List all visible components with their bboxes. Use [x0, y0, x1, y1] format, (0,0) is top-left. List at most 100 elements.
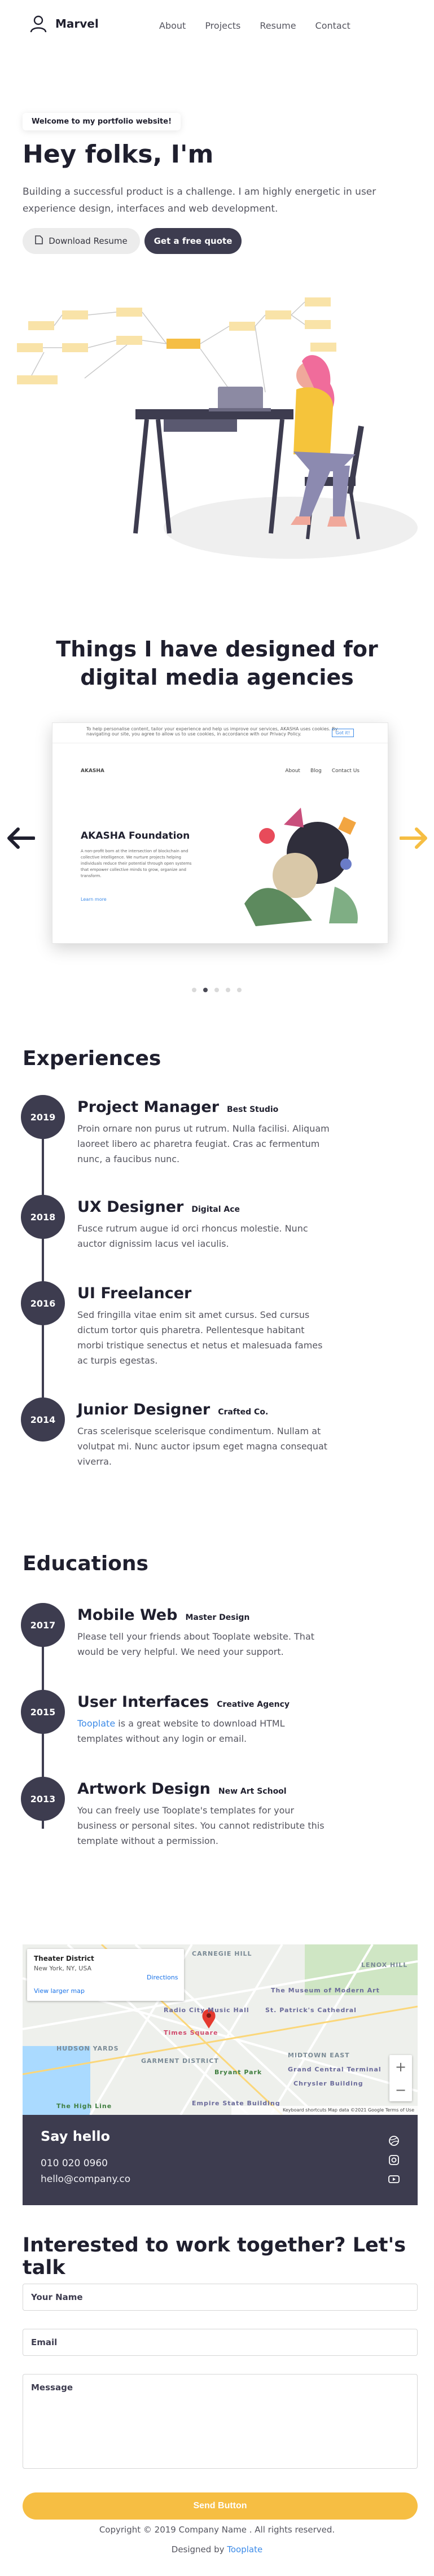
- directions-link[interactable]: Directions: [147, 1974, 178, 1981]
- map-zoom-controls: + −: [389, 2055, 412, 2101]
- timeline-subtitle: Best Studio: [227, 1105, 279, 1114]
- map-info-card: Theater District New York, NY, USA View …: [27, 1949, 184, 2001]
- map-label: MIDTOWN EAST: [288, 2052, 350, 2059]
- instagram-icon[interactable]: [388, 2154, 400, 2166]
- timeline-heading: Mobile Web Master Design: [77, 1606, 249, 1624]
- contact-title: Say hello: [41, 2128, 111, 2144]
- card-nav-link[interactable]: About: [285, 768, 300, 774]
- hero-badge: Welcome to my portfolio website!: [23, 113, 181, 130]
- hero-illustration: [17, 297, 418, 559]
- zoom-out-button[interactable]: −: [389, 2078, 412, 2101]
- card-brand: AKASHA: [81, 768, 104, 774]
- map-footer: Keyboard shortcuts Map data ©2021 Google…: [231, 2106, 418, 2115]
- carousel-dot[interactable]: [226, 988, 230, 992]
- carousel-dots: [192, 988, 242, 992]
- timeline-year: 2016: [21, 1281, 65, 1325]
- timeline-title: Project Manager: [77, 1098, 220, 1116]
- send-button[interactable]: Send Button: [23, 2492, 418, 2520]
- timeline-year: 2015: [21, 1690, 65, 1734]
- card-title: AKASHA Foundation: [81, 830, 190, 842]
- hero-title: Hey folks, I'm: [23, 140, 214, 169]
- map-label: GARMENT DISTRICT: [141, 2057, 219, 2065]
- timeline-title: Artwork Design: [77, 1780, 211, 1798]
- timeline-title: UX Designer: [77, 1198, 184, 1216]
- collage-image: [244, 808, 358, 926]
- timeline-heading: User Interfaces Creative Agency: [77, 1693, 290, 1711]
- map-label: St. Patrick's Cathedral: [265, 2007, 357, 2014]
- google-map[interactable]: MIDTOWN EAST GARMENT DISTRICT HUDSON YAR…: [23, 1944, 418, 2115]
- timeline-heading: Junior Designer Crafted Co.: [77, 1401, 268, 1418]
- navbar: Marvel About Projects Resume Contact: [0, 0, 434, 54]
- tooplate-link[interactable]: Tooplate: [77, 1718, 115, 1729]
- name-field[interactable]: [23, 2284, 418, 2311]
- card-nav: AKASHA About Blog Contact Us: [81, 768, 360, 779]
- message-field[interactable]: [23, 2374, 418, 2469]
- cookie-banner: To help personalise content, tailor your…: [52, 723, 388, 743]
- map-address: New York, NY, USA: [34, 1965, 92, 1972]
- timeline-desc: Please tell your friends about Tooplate …: [77, 1631, 315, 1657]
- carousel-dot[interactable]: [214, 988, 219, 992]
- timeline-subtitle: Creative Agency: [217, 1700, 290, 1709]
- timeline-desc: Fusce rutrum augue id orci rhoncus moles…: [77, 1223, 308, 1249]
- carousel-dot[interactable]: [192, 988, 196, 992]
- free-quote-button[interactable]: Get a free quote: [144, 228, 242, 254]
- timeline-title: Junior Designer: [77, 1401, 211, 1418]
- timeline-heading: Project Manager Best Studio: [77, 1098, 278, 1116]
- timeline-title: Mobile Web: [77, 1606, 178, 1624]
- user-icon: [29, 15, 47, 33]
- timeline-subtitle: Master Design: [185, 1613, 250, 1622]
- tooplate-footer-link[interactable]: Tooplate: [227, 2544, 262, 2555]
- nav-links: About Projects Resume Contact: [159, 20, 350, 31]
- card-learn-more-link[interactable]: Learn more: [81, 897, 107, 902]
- map-label: Times Square: [164, 2029, 218, 2036]
- email-field[interactable]: [23, 2329, 418, 2356]
- timeline-heading: Artwork Design New Art School: [77, 1780, 287, 1798]
- portfolio-title: Things I have designed for digital media…: [56, 637, 378, 690]
- zoom-in-button[interactable]: +: [389, 2055, 412, 2078]
- timeline-line: [42, 1112, 44, 1434]
- map-label: LENOX HILL: [361, 1961, 408, 1969]
- map-label: Grand Central Terminal: [288, 2066, 382, 2073]
- card-nav-link[interactable]: Contact Us: [332, 768, 360, 774]
- carousel-slide[interactable]: To help personalise content, tailor your…: [52, 722, 388, 944]
- map-label: HUDSON YARDS: [56, 2045, 119, 2052]
- card-nav-link[interactable]: Blog: [310, 768, 322, 774]
- map-label: The Museum of Modern Art: [271, 1987, 380, 1994]
- timeline-subtitle: New Art School: [218, 1787, 287, 1796]
- cookie-text: To help personalise content, tailor your…: [86, 726, 338, 737]
- map-label: The High Line: [56, 2102, 112, 2110]
- carousel-dot[interactable]: [237, 988, 242, 992]
- brand-name: Marvel: [55, 17, 99, 30]
- brand[interactable]: Marvel: [29, 15, 99, 33]
- timeline-desc: Cras scelerisque scelerisque condimentum…: [77, 1426, 328, 1467]
- timeline-title: UI Freelancer: [77, 1285, 192, 1302]
- timeline-year: 2019: [21, 1095, 65, 1139]
- timeline-desc: Proin ornare non purus ut rutrum. Nulla …: [77, 1123, 330, 1164]
- map-label: CARNEGIE HILL: [192, 1950, 252, 1957]
- contact-box: Say hello 010 020 0960 hello@company.co: [23, 2115, 418, 2205]
- youtube-icon[interactable]: [388, 2174, 400, 2185]
- contact-phone[interactable]: 010 020 0960: [41, 2158, 108, 2169]
- cookie-accept-button[interactable]: Got it!: [331, 729, 354, 737]
- page: Marvel About Projects Resume Contact Wel…: [0, 0, 434, 2576]
- dribbble-icon[interactable]: [388, 2135, 400, 2146]
- nav-link-projects[interactable]: Projects: [205, 20, 240, 31]
- form-title: Interested to work together? Let's talk: [23, 2234, 406, 2279]
- timeline-title: User Interfaces: [77, 1693, 209, 1711]
- arrow-left-icon[interactable]: [6, 827, 36, 852]
- view-larger-map-link[interactable]: View larger map: [34, 1987, 85, 1995]
- file-icon: [35, 235, 43, 247]
- educations-title: Educations: [23, 1552, 148, 1575]
- timeline-year: 2017: [21, 1603, 65, 1647]
- download-resume-button[interactable]: Download Resume: [23, 228, 140, 254]
- hero-text: Building a successful product is a chall…: [23, 186, 376, 214]
- nav-link-resume[interactable]: Resume: [260, 20, 296, 31]
- nav-link-contact[interactable]: Contact: [315, 20, 350, 31]
- nav-link-about[interactable]: About: [159, 20, 186, 31]
- timeline-year: 2018: [21, 1195, 65, 1239]
- arrow-right-icon[interactable]: [399, 827, 429, 852]
- timeline-desc: You can freely use Tooplate's templates …: [77, 1805, 325, 1846]
- designed-by: Designed by Tooplate: [0, 2544, 434, 2555]
- carousel-dot-active[interactable]: [203, 988, 208, 992]
- contact-email[interactable]: hello@company.co: [41, 2174, 130, 2185]
